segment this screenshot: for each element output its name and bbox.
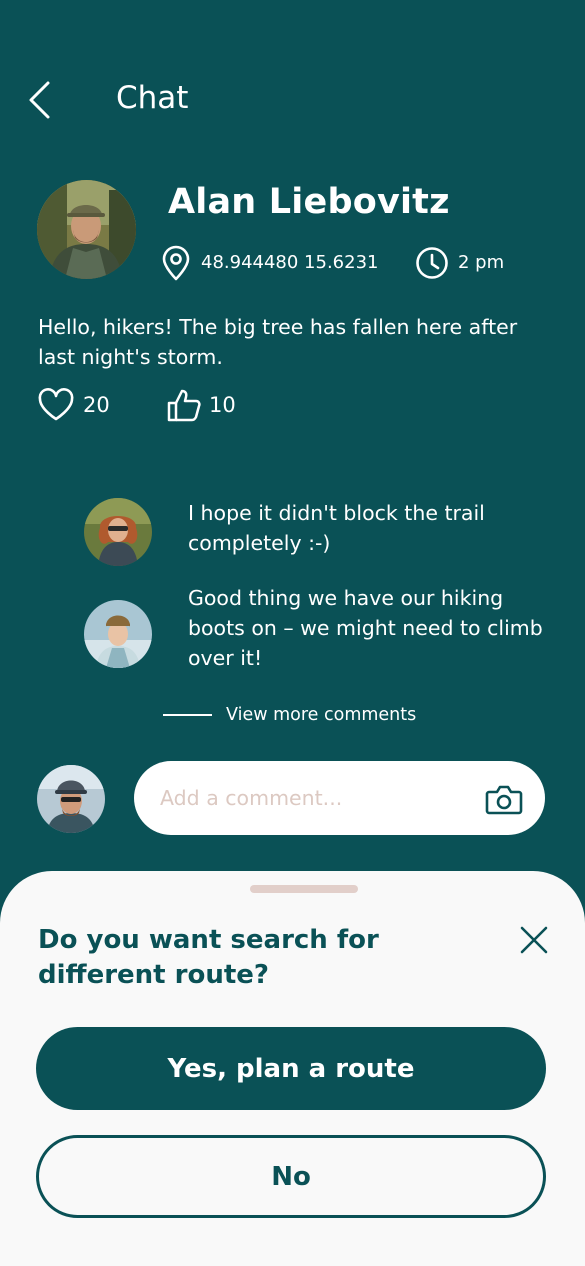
sheet-title: Do you want search for different route? <box>38 925 379 990</box>
post-time: 2 pm <box>458 252 505 273</box>
clock-icon <box>415 246 449 280</box>
likes-count: 20 <box>83 393 110 417</box>
author-avatar[interactable] <box>37 180 136 279</box>
current-user-avatar[interactable] <box>37 765 105 833</box>
heart-icon[interactable] <box>37 388 75 422</box>
thumbs-up-count: 10 <box>209 393 236 417</box>
sheet-grabber-handle[interactable] <box>250 885 358 893</box>
thumbs-up-icon[interactable] <box>166 387 202 423</box>
divider <box>163 714 212 716</box>
plan-route-button[interactable]: Yes, plan a route <box>36 1027 546 1110</box>
comment-input-container <box>134 761 545 835</box>
no-button[interactable]: No <box>36 1135 546 1218</box>
post-message: Hello, hikers! The big tree has fallen h… <box>38 315 518 369</box>
comment-text: I hope it didn't block the trail complet… <box>188 501 485 555</box>
comment-text: Good thing we have our hiking boots on –… <box>188 586 543 670</box>
chevron-left-icon[interactable] <box>26 80 54 120</box>
location-pin-icon <box>160 245 192 281</box>
view-more-label: View more comments <box>226 705 417 725</box>
route-bottom-sheet: Do you want search for different route? … <box>0 871 585 1266</box>
commenter-avatar[interactable] <box>84 600 152 668</box>
close-icon[interactable] <box>518 924 550 956</box>
commenter-avatar[interactable] <box>84 498 152 566</box>
page-title: Chat <box>116 80 189 116</box>
camera-icon[interactable] <box>485 782 523 816</box>
post-location: 48.944480 15.6231 <box>201 252 379 273</box>
post-author-name: Alan Liebovitz <box>168 182 450 222</box>
view-more-comments-link[interactable]: View more comments <box>163 704 416 726</box>
comment-input[interactable] <box>160 781 470 815</box>
header: Chat <box>0 78 585 122</box>
